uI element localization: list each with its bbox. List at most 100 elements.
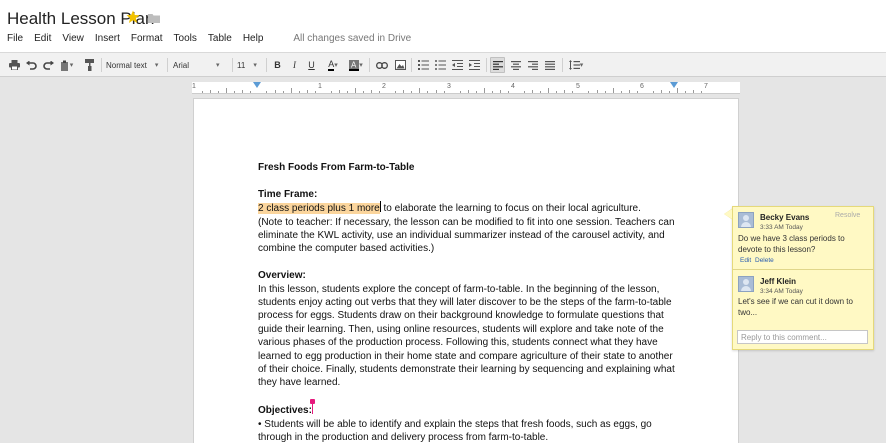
ruler-tick xyxy=(371,90,373,93)
font-size-select[interactable]: 11 ▾ xyxy=(237,57,264,73)
menu-bar: File Edit View Insert Format Tools Table… xyxy=(0,30,411,46)
ruler-tick xyxy=(250,91,252,93)
objective-item: • Students will be able to identify and … xyxy=(258,418,652,430)
ruler-tick xyxy=(532,90,534,93)
ruler-tick xyxy=(282,91,284,93)
highlight-color-icon[interactable]: A ▾ xyxy=(345,57,367,73)
font-size-value: 11 xyxy=(237,60,246,70)
timeframe-note-line: (Note to teacher: If necessary, the less… xyxy=(258,216,675,228)
ruler-tick xyxy=(636,91,638,93)
font-select[interactable]: Arial ▾ xyxy=(173,57,231,73)
paint-format-icon[interactable] xyxy=(82,57,96,73)
ruler-number: 2 xyxy=(382,83,386,90)
comment-author: Becky Evans xyxy=(760,213,810,222)
ruler-tick xyxy=(218,91,220,93)
ruler-tick xyxy=(556,91,558,93)
ruler-tick xyxy=(306,90,308,93)
comment-text: Do we have 3 class periods to devote to … xyxy=(738,234,845,254)
line-spacing-icon[interactable]: ▾ xyxy=(566,57,586,73)
justify-icon[interactable] xyxy=(542,57,557,73)
ruler-tick xyxy=(660,90,662,93)
link-icon[interactable] xyxy=(374,57,389,73)
menu-help[interactable]: Help xyxy=(243,33,264,44)
timeframe-rest: to elaborate the learning to focus on th… xyxy=(380,203,641,215)
menu-tools[interactable]: Tools xyxy=(174,33,197,44)
decrease-indent-icon[interactable] xyxy=(450,57,464,73)
objectives-heading: Objectives: xyxy=(258,405,312,417)
ruler-tick xyxy=(693,90,695,93)
increase-indent-icon[interactable] xyxy=(467,57,481,73)
bulleted-list-icon[interactable] xyxy=(433,57,447,73)
overview-line: guide their learning. Then, using online… xyxy=(258,323,664,335)
ruler-number: 1 xyxy=(192,83,196,90)
style-select[interactable]: Normal text ▾ xyxy=(106,57,168,73)
ruler-tick xyxy=(355,88,356,93)
menu-view[interactable]: View xyxy=(62,33,84,44)
ruler-tick xyxy=(419,88,421,93)
timeframe-heading: Time Frame: xyxy=(258,188,318,200)
ruler-tick xyxy=(395,91,397,93)
document-heading: Fresh Foods From Farm-to-Table xyxy=(258,162,415,173)
ruler-tick xyxy=(507,91,509,93)
star-icon[interactable] xyxy=(126,10,140,24)
menu-format[interactable]: Format xyxy=(131,33,163,44)
menu-edit[interactable]: Edit xyxy=(34,33,51,44)
comment-author: Jeff Klein xyxy=(760,277,797,286)
reply-input[interactable] xyxy=(737,330,868,344)
numbered-list-icon[interactable] xyxy=(416,57,430,73)
document-page[interactable]: Fresh Foods From Farm-to-Table Time Fram… xyxy=(193,98,739,443)
ruler-tick xyxy=(604,91,606,93)
ruler[interactable]: 1 1 2 3 4 5 6 7 xyxy=(192,82,740,94)
ruler-tick xyxy=(202,91,204,93)
font-select-value: Arial xyxy=(173,60,190,70)
folder-icon[interactable] xyxy=(148,13,160,23)
menu-insert[interactable]: Insert xyxy=(95,33,120,44)
underline-button[interactable]: U xyxy=(305,57,318,73)
ruler-tick xyxy=(346,91,348,93)
align-right-icon[interactable] xyxy=(525,57,540,73)
ruler-tick xyxy=(668,91,670,93)
menu-file[interactable]: File xyxy=(7,33,23,44)
ruler-tick xyxy=(290,88,292,93)
ruler-number: 7 xyxy=(704,83,708,90)
title-bar: Health Lesson Plan File Edit View Insert… xyxy=(0,0,886,52)
overview-line: process for eggs. Students draw on their… xyxy=(258,310,664,322)
overview-line: of their choice. Finally, students demon… xyxy=(258,364,675,376)
bold-button[interactable]: B xyxy=(271,57,284,73)
undo-icon[interactable] xyxy=(24,57,38,73)
ruler-tick xyxy=(483,88,485,93)
commented-text-highlight[interactable]: 2 class periods plus 1 more xyxy=(258,203,380,215)
document-body[interactable]: Fresh Foods From Farm-to-Table Time Fram… xyxy=(258,161,678,443)
ruler-tick xyxy=(596,90,598,93)
comment-thread[interactable]: Becky Evans Resolve 3:33 AM Today Do we … xyxy=(724,206,874,350)
align-left-icon[interactable] xyxy=(490,57,505,73)
resolve-button[interactable]: Resolve xyxy=(835,212,860,219)
overview-line: students enjoy acting out verbs that the… xyxy=(258,297,672,309)
ruler-tick xyxy=(330,91,332,93)
print-icon[interactable] xyxy=(7,57,21,73)
ruler-tick xyxy=(274,90,276,93)
edit-comment-link[interactable]: Edit xyxy=(740,257,751,264)
delete-comment-link[interactable]: Delete xyxy=(755,257,774,264)
avatar xyxy=(738,212,754,228)
timeframe-note-line: combine the computer based activities.) xyxy=(258,243,435,255)
text-color-button[interactable]: A ▾ xyxy=(322,57,344,73)
image-icon[interactable] xyxy=(393,57,408,73)
menu-table[interactable]: Table xyxy=(208,33,232,44)
left-indent-marker[interactable] xyxy=(253,82,261,88)
ruler-tick xyxy=(588,91,590,93)
align-center-icon[interactable] xyxy=(508,57,523,73)
paste-format-icon[interactable]: ▾ xyxy=(58,57,75,73)
ruler-tick xyxy=(338,90,340,93)
ruler-number: 3 xyxy=(447,83,451,90)
ruler-tick xyxy=(411,91,413,93)
ruler-tick xyxy=(298,91,300,93)
ruler-tick xyxy=(701,91,703,93)
ruler-tick xyxy=(242,90,244,93)
avatar xyxy=(738,276,754,292)
redo-icon[interactable] xyxy=(41,57,55,73)
ruler-tick xyxy=(548,88,550,93)
ruler-tick xyxy=(467,90,469,93)
italic-button[interactable]: I xyxy=(288,57,301,73)
ruler-tick xyxy=(443,91,445,93)
